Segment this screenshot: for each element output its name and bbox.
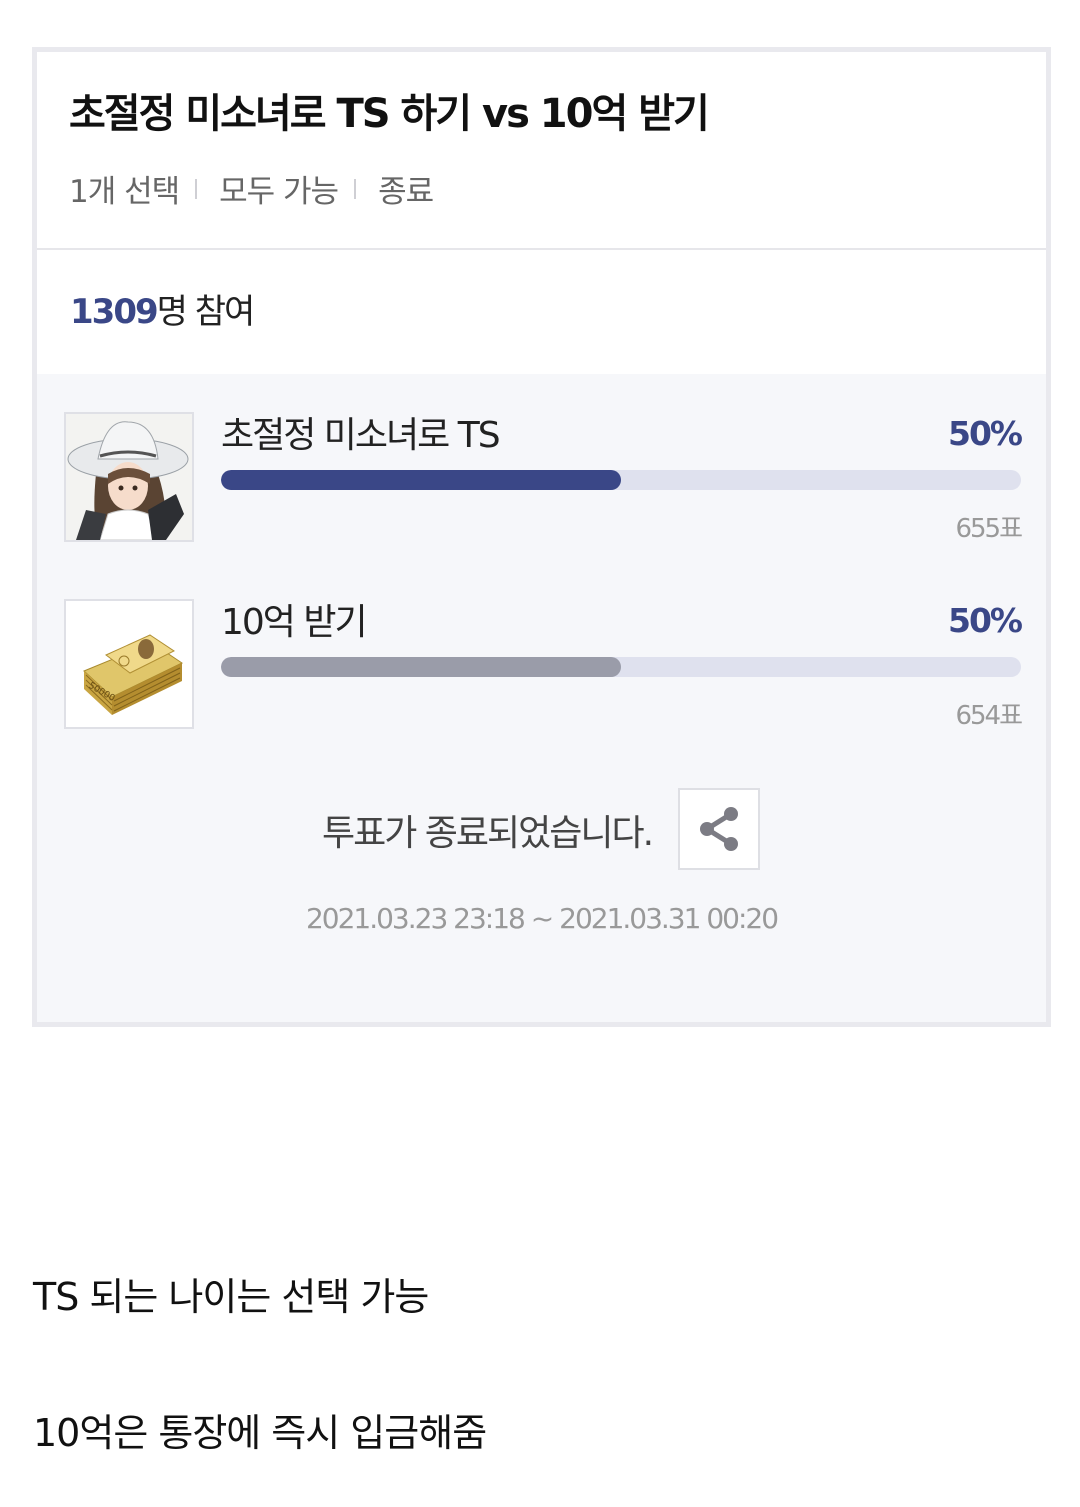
option-progress-track [221, 470, 1021, 490]
meta-selection-type: 1개 선택 [69, 174, 180, 210]
poll-ended-row: 투표가 종료되었습니다. [37, 788, 1046, 872]
poll-meta: 1개 선택 모두 가능 종료 [69, 166, 1046, 211]
option-label: 10억 받기 [221, 602, 368, 643]
option-progress-fill [221, 470, 621, 490]
poll-period: 2021.03.23 23:18 ~ 2021.03.31 00:20 [305, 902, 779, 935]
option-votes: 654표 [955, 701, 1023, 731]
poll-header: 초절정 미소녀로 TS 하기 vs 10억 받기 1개 선택 모두 가능 종료 [37, 52, 1046, 250]
option-percent: 50% [948, 601, 1023, 640]
meta-status: 종료 [378, 174, 434, 210]
option-label: 초절정 미소녀로 TS [221, 415, 501, 456]
poll-card: 초절정 미소녀로 TS 하기 vs 10억 받기 1개 선택 모두 가능 종료 … [32, 47, 1051, 1027]
participant-count: 1309명 참여 [37, 250, 1046, 372]
poll-results: 초절정 미소녀로 TS 50% 655표 50000 10억 받기 50% 65… [37, 374, 1046, 1022]
option-percent: 50% [948, 414, 1023, 453]
post-text-line: 10억은 통장에 즉시 입금해줌 [33, 1411, 487, 1455]
poll-ended-message: 투표가 종료되었습니다. [322, 813, 654, 854]
poll-title: 초절정 미소녀로 TS 하기 vs 10억 받기 [69, 91, 710, 137]
meta-divider [354, 178, 357, 199]
meta-divider [195, 178, 198, 199]
option-image-anime-girl [64, 412, 194, 542]
participant-number: 1309 [70, 292, 159, 332]
option-votes: 655표 [955, 514, 1023, 544]
meta-visibility: 모두 가능 [219, 174, 339, 210]
share-button[interactable] [678, 788, 760, 870]
share-icon [700, 807, 738, 851]
option-progress-fill [221, 657, 621, 677]
option-image-money-stack: 50000 [64, 599, 194, 729]
post-text-line: TS 되는 나이는 선택 가능 [33, 1275, 429, 1319]
participant-suffix: 명 참여 [156, 292, 256, 332]
option-progress-track [221, 657, 1021, 677]
